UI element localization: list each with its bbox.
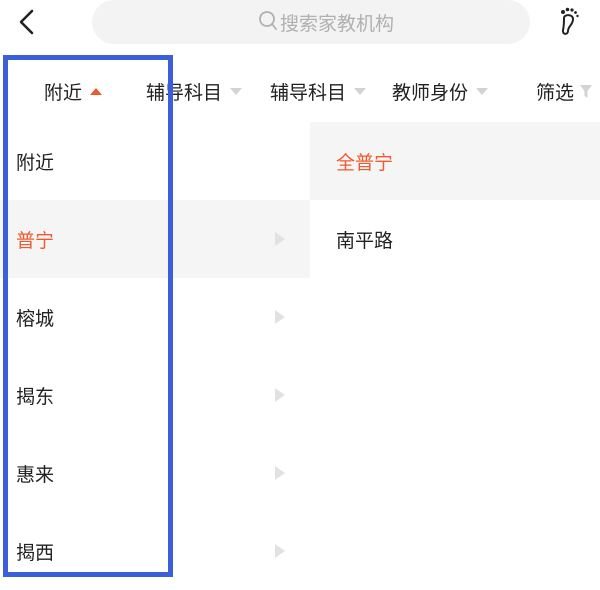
caret-up-icon	[90, 88, 103, 95]
chevron-right-icon	[275, 232, 285, 246]
region-label: 普宁	[16, 230, 55, 252]
caret-down-icon	[354, 88, 367, 95]
footprint-icon	[561, 7, 579, 35]
region-label: 揭西	[16, 542, 55, 564]
region-item-nearby[interactable]: 附近	[0, 122, 310, 200]
search-placeholder: 搜索家教机构	[280, 13, 395, 35]
region-item-jiedong[interactable]: 揭东	[0, 356, 310, 434]
sub-region-item-all-puning[interactable]: 全普宁	[310, 122, 600, 200]
caret-down-icon	[476, 88, 489, 95]
filter-nearby-label: 附近	[44, 82, 83, 104]
filter-subject-2[interactable]: 辅导科目	[270, 78, 367, 108]
region-item-rongcheng[interactable]: 榕城	[0, 278, 310, 356]
filter-nearby[interactable]: 附近	[44, 78, 103, 108]
region-item-puning[interactable]: 普宁	[0, 200, 310, 278]
region-label: 揭东	[16, 386, 55, 408]
chevron-right-icon	[275, 466, 285, 480]
filter-screen-label: 筛选	[536, 82, 575, 104]
chevron-right-icon	[275, 544, 285, 558]
sub-region-label: 全普宁	[336, 152, 394, 174]
filter-teacher-identity-label: 教师身份	[392, 82, 469, 104]
back-button[interactable]	[12, 6, 44, 38]
funnel-icon	[580, 84, 593, 98]
sub-region-list: 全普宁 南平路	[310, 122, 600, 582]
filter-bar: 附近 辅导科目 辅导科目 教师身份 筛选	[0, 62, 600, 122]
sub-region-label: 南平路	[336, 230, 394, 252]
chevron-right-icon	[275, 310, 285, 324]
region-item-jiexi[interactable]: 揭西	[0, 512, 310, 590]
sub-region-item-nanping-road[interactable]: 南平路	[310, 200, 600, 278]
top-bar: 搜索家教机构	[0, 0, 600, 48]
filter-subject-2-label: 辅导科目	[270, 82, 347, 104]
filter-teacher-identity[interactable]: 教师身份	[392, 78, 489, 108]
search-icon	[259, 11, 277, 30]
filter-subject-1-label: 辅导科目	[146, 82, 223, 104]
filter-screen[interactable]: 筛选	[536, 78, 593, 108]
search-input[interactable]: 搜索家教机构	[92, 0, 530, 44]
region-list: 附近 普宁 榕城 揭东 惠来 揭西	[0, 122, 310, 582]
chevron-left-icon	[19, 9, 34, 35]
region-label: 惠来	[16, 464, 55, 486]
footprint-button[interactable]	[553, 4, 587, 38]
region-item-huilai[interactable]: 惠来	[0, 434, 310, 512]
caret-down-icon	[230, 88, 243, 95]
chevron-right-icon	[275, 388, 285, 402]
region-label: 附近	[16, 152, 55, 174]
filter-subject-1[interactable]: 辅导科目	[146, 78, 243, 108]
region-label: 榕城	[16, 308, 55, 330]
